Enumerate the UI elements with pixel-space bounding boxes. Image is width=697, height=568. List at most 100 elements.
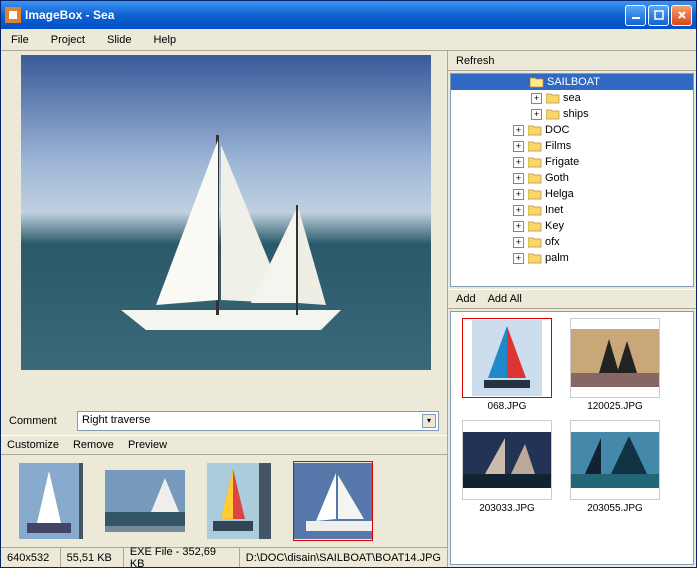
comment-row: Comment Right traverse ▾ <box>1 407 447 435</box>
minimize-button[interactable] <box>625 5 646 26</box>
folder-icon <box>528 141 542 152</box>
tree-expand-icon[interactable]: + <box>513 189 524 200</box>
tree-item[interactable]: + Frigate <box>451 154 693 170</box>
folder-icon <box>528 253 542 264</box>
tree-expand-icon[interactable]: + <box>513 141 524 152</box>
sailboat-graphic <box>101 115 361 355</box>
tree-item[interactable]: + Goth <box>451 170 693 186</box>
tree-expand-icon[interactable]: + <box>513 237 524 248</box>
folder-icon <box>528 221 542 232</box>
close-button[interactable] <box>671 5 692 26</box>
menu-file[interactable]: File <box>7 32 33 48</box>
tree-item[interactable]: SAILBOAT <box>451 74 693 90</box>
tree-expand-icon[interactable]: + <box>513 205 524 216</box>
thumbnail-item[interactable] <box>293 461 373 541</box>
comment-input[interactable]: Right traverse ▾ <box>77 411 439 431</box>
tree-item-label: palm <box>545 252 569 264</box>
tree-item[interactable]: + Key <box>451 218 693 234</box>
browse-thumbnail[interactable] <box>462 420 552 500</box>
thumbnail-item[interactable] <box>199 461 279 541</box>
right-panel: Refresh SAILBOAT+sea+ships+DOC+Films+Fri… <box>448 51 696 567</box>
browse-thumbnail[interactable] <box>462 318 552 398</box>
tree-expand-icon[interactable]: + <box>513 253 524 264</box>
main-image[interactable] <box>21 55 431 370</box>
refresh-button[interactable]: Refresh <box>456 55 495 67</box>
tree-item-label: Films <box>545 140 571 152</box>
thumbnail-item[interactable] <box>105 461 185 541</box>
browse-item-label: 203033.JPG <box>479 503 535 514</box>
window-title: ImageBox - Sea <box>25 8 625 22</box>
folder-icon <box>528 205 542 216</box>
folder-open-icon <box>530 77 544 88</box>
tree-expand-icon[interactable]: + <box>513 125 524 136</box>
tree-expand-icon[interactable]: + <box>513 221 524 232</box>
browse-item[interactable]: 203033.JPG <box>457 420 557 514</box>
tree-item-label: sea <box>563 92 581 104</box>
tree-item-label: ships <box>563 108 589 120</box>
status-path: D:\DOC\disain\SAILBOAT\BOAT14.JPG <box>240 548 447 567</box>
tree-item-label: Helga <box>545 188 574 200</box>
add-all-button[interactable]: Add All <box>488 293 522 305</box>
tree-expand-icon[interactable]: + <box>513 173 524 184</box>
tree-item[interactable]: + ships <box>451 106 693 122</box>
refresh-bar: Refresh <box>448 51 696 71</box>
browse-item-label: 120025.JPG <box>587 401 643 412</box>
menu-slide[interactable]: Slide <box>103 32 135 48</box>
folder-icon <box>528 157 542 168</box>
maximize-button[interactable] <box>648 5 669 26</box>
browse-grid[interactable]: 068.JPG 120025.JPG 203033.JPG 203055.JPG <box>450 311 694 565</box>
statusbar: 640x532 55,51 KB EXE File - 352,69 KB D:… <box>1 547 447 567</box>
folder-icon <box>528 189 542 200</box>
browse-item[interactable]: 203055.JPG <box>565 420 665 514</box>
folder-icon <box>528 125 542 136</box>
tree-item[interactable]: + sea <box>451 90 693 106</box>
browse-thumbnail[interactable] <box>570 318 660 398</box>
add-button[interactable]: Add <box>456 293 476 305</box>
folder-icon <box>546 109 560 120</box>
tree-item[interactable]: + Films <box>451 138 693 154</box>
tree-item[interactable]: + DOC <box>451 122 693 138</box>
browse-item[interactable]: 120025.JPG <box>565 318 665 412</box>
preview-button[interactable]: Preview <box>128 439 167 451</box>
status-size: 55,51 KB <box>61 548 124 567</box>
comment-label: Comment <box>9 415 69 427</box>
comment-value: Right traverse <box>82 414 150 426</box>
tree-item-label: ofx <box>545 236 560 248</box>
tree-item[interactable]: + ofx <box>451 234 693 250</box>
tree-item-label: Goth <box>545 172 569 184</box>
tree-item[interactable]: + Helga <box>451 186 693 202</box>
add-toolbar: Add Add All <box>448 289 696 309</box>
menu-help[interactable]: Help <box>149 32 180 48</box>
customize-button[interactable]: Customize <box>7 439 59 451</box>
tree-item-label: SAILBOAT <box>547 76 600 88</box>
comment-dropdown-icon[interactable]: ▾ <box>422 414 436 428</box>
tree-item[interactable]: + Inet <box>451 202 693 218</box>
tree-expand-icon[interactable]: + <box>531 93 542 104</box>
tree-item-label: Inet <box>545 204 563 216</box>
app-icon <box>5 7 21 23</box>
browse-thumbnail[interactable] <box>570 420 660 500</box>
tree-expand-icon[interactable]: + <box>513 157 524 168</box>
menubar: File Project Slide Help <box>1 29 696 51</box>
browse-item[interactable]: 068.JPG <box>457 318 557 412</box>
remove-button[interactable]: Remove <box>73 439 114 451</box>
tree-item-label: DOC <box>545 124 569 136</box>
tree-expand-icon[interactable]: + <box>531 109 542 120</box>
status-exe: EXE File - 352,69 KB <box>124 548 240 567</box>
folder-tree[interactable]: SAILBOAT+sea+ships+DOC+Films+Frigate+Got… <box>450 73 694 287</box>
tree-item[interactable]: + palm <box>451 250 693 266</box>
browse-item-label: 203055.JPG <box>587 503 643 514</box>
folder-icon <box>546 93 560 104</box>
thumb-toolbar: Customize Remove Preview <box>1 435 447 455</box>
thumbnail-strip <box>1 455 447 547</box>
menu-project[interactable]: Project <box>47 32 89 48</box>
titlebar[interactable]: ImageBox - Sea <box>1 1 696 29</box>
thumbnail-item[interactable] <box>11 461 91 541</box>
folder-icon <box>528 173 542 184</box>
left-panel: Comment Right traverse ▾ Customize Remov… <box>1 51 448 567</box>
tree-item-label: Frigate <box>545 156 579 168</box>
status-dimensions: 640x532 <box>1 548 61 567</box>
browse-item-label: 068.JPG <box>488 401 527 412</box>
tree-item-label: Key <box>545 220 564 232</box>
folder-icon <box>528 237 542 248</box>
